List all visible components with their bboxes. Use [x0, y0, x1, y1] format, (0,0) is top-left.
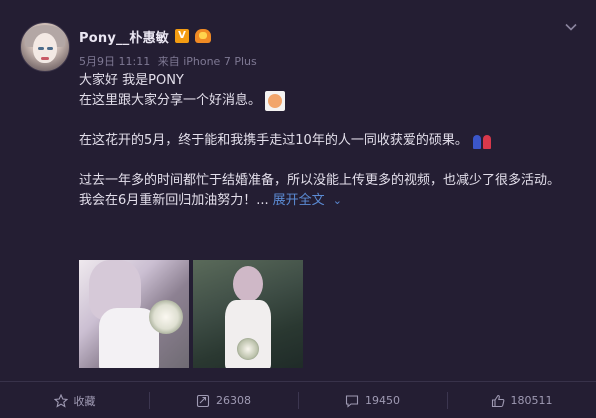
- chevron-down-icon[interactable]: [564, 20, 578, 34]
- avatar-eye-left: [38, 47, 44, 50]
- collect-label: 收藏: [73, 394, 96, 408]
- weibo-post-card: Pony__朴惠敏 V 5月9日 11:11 来自 iPhone 7 Plus …: [0, 0, 596, 418]
- expand-full-text-link[interactable]: 展开全文 ⌄: [273, 191, 342, 211]
- chevron-down-icon: ⌄: [332, 194, 342, 207]
- content-text: 在这里跟大家分享一个好消息。: [79, 93, 262, 108]
- avatar[interactable]: [20, 22, 70, 72]
- content-line: 在这花开的5月，终于能和我携手走过10年的人一同收获爱的硕果。: [79, 131, 579, 151]
- smiley-sticker-icon: [265, 91, 286, 111]
- post-photo[interactable]: [79, 260, 189, 368]
- content-text: 大家好 我是PONY: [79, 73, 184, 88]
- content-line: 在这里跟大家分享一个好消息。: [79, 91, 579, 111]
- content-line: 我会在6月重新回归加油努力！... 展开全文 ⌄: [79, 191, 579, 211]
- expand-label: 展开全文: [272, 193, 325, 208]
- action-bar: 收藏 26308 19450 180511: [0, 381, 596, 418]
- repost-button[interactable]: 26308: [149, 382, 298, 418]
- content-line: 过去一年多的时间都忙于结婚准备，所以没能上传更多的视频，也减少了很多活动。: [79, 171, 579, 191]
- comment-button[interactable]: 19450: [298, 382, 447, 418]
- content-text: 在这花开的5月，终于能和我携手走过10年的人一同收获爱的硕果。: [79, 133, 468, 148]
- photo-grid: [79, 260, 303, 368]
- post-meta: 5月9日 11:11 来自 iPhone 7 Plus: [79, 53, 261, 69]
- content-text: 过去一年多的时间都忙于结婚准备，所以没能上传更多的视频，也减少了很多活动。: [79, 173, 561, 188]
- like-count: 180511: [510, 394, 553, 407]
- thumbs-up-icon: [491, 394, 504, 407]
- verified-badge-icon[interactable]: V: [175, 29, 189, 43]
- repost-count: 26308: [216, 394, 251, 407]
- post-photo[interactable]: [193, 260, 303, 368]
- content-line: 大家好 我是PONY: [79, 71, 579, 91]
- username-row: Pony__朴惠敏 V: [79, 26, 211, 46]
- collect-button[interactable]: 收藏: [0, 382, 149, 418]
- like-button[interactable]: 180511: [447, 382, 596, 418]
- post-content: 大家好 我是PONY 在这里跟大家分享一个好消息。 在这花开的5月，终于能和我携…: [79, 71, 579, 211]
- vip-badge-icon[interactable]: [195, 29, 211, 43]
- post-date[interactable]: 5月9日 11:11: [79, 55, 150, 68]
- avatar-eye-right: [47, 47, 53, 50]
- star-icon: [53, 393, 68, 408]
- post-source[interactable]: 来自 iPhone 7 Plus: [158, 55, 257, 68]
- comment-count: 19450: [365, 394, 400, 407]
- comment-icon: [345, 394, 359, 408]
- avatar-mouth: [41, 57, 49, 60]
- content-text: 我会在6月重新回归加油努力！...: [79, 193, 269, 208]
- username[interactable]: Pony__朴惠敏: [79, 27, 169, 46]
- repost-icon: [196, 394, 210, 407]
- couple-emoji-icon: [472, 133, 492, 149]
